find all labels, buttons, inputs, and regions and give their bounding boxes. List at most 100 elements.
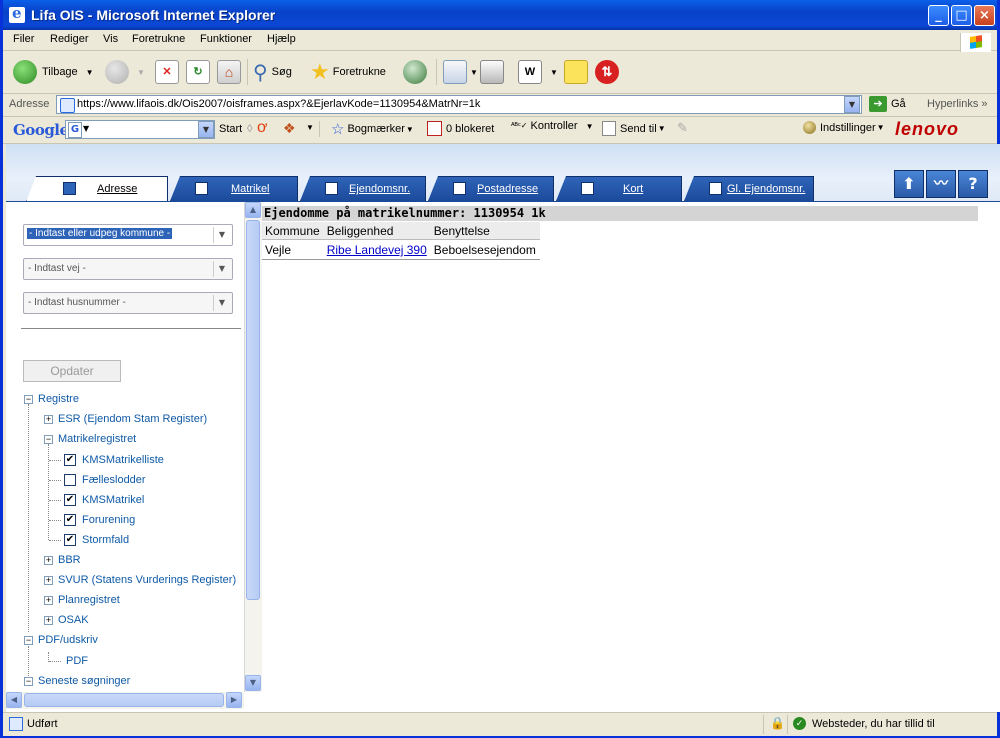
google-search-dropdown[interactable]: ▼ [198, 121, 214, 138]
spellcheck-button[interactable]: ᴬᴮᶜ✓ Kontroller ▼ [511, 120, 593, 132]
pagerank-icon[interactable]: ơ [257, 119, 268, 137]
expand-icon[interactable]: + [44, 555, 53, 565]
maximize-button[interactable]: □ [951, 5, 972, 26]
tree-item-stormfald[interactable]: ✔ Stormfald [64, 531, 129, 549]
divider-icon: ◊ [247, 123, 253, 135]
chevron-down-icon[interactable]: ▼ [213, 227, 230, 243]
forward-button[interactable]: ▼ [105, 58, 145, 86]
search-button[interactable]: ⚲ Søg [253, 58, 292, 86]
menu-vis[interactable]: Vis [103, 33, 118, 45]
tree-item-kmsmatrikelliste[interactable]: ✔ KMSMatrikelliste [64, 451, 164, 469]
refresh-button[interactable]: ↻ [186, 58, 210, 86]
scroll-up-button[interactable]: ▲ [245, 202, 261, 218]
collapse-icon[interactable]: − [44, 434, 53, 444]
collapse-icon[interactable]: − [24, 394, 33, 404]
update-button[interactable]: Opdater [23, 360, 121, 382]
tab-kort[interactable]: Kort [556, 176, 682, 201]
tree-item-pdf-udskriv[interactable]: − PDF/udskriv [24, 631, 98, 649]
left-vertical-scrollbar[interactable]: ▲ ▼ [244, 202, 262, 692]
menu-rediger[interactable]: Rediger [50, 33, 89, 45]
tab-postadresse[interactable]: Postadresse [428, 176, 554, 201]
tree-item-osak[interactable]: + OSAK [44, 611, 89, 629]
tab-adresse[interactable]: Adresse [26, 176, 168, 202]
vej-select[interactable]: - Indtast vej - ▼ [23, 258, 233, 280]
up-arrow-icon[interactable]: ⬆ [894, 170, 924, 198]
print-button[interactable] [480, 58, 504, 86]
go-button[interactable]: ➔ Gå [869, 96, 906, 112]
graph-icon[interactable]: 〰 [926, 170, 956, 198]
tree-item-bbr[interactable]: + BBR [44, 551, 81, 569]
favorites-button[interactable]: ★ Foretrukne [310, 58, 386, 86]
tree-item-seneste-soegninger[interactable]: − Seneste søgninger [24, 672, 130, 690]
home-button[interactable]: ⌂ [217, 58, 241, 86]
toolbar-separator [436, 59, 437, 85]
settings-button[interactable]: Indstillinger ▼ [803, 121, 885, 134]
scroll-down-button[interactable]: ▼ [245, 675, 261, 691]
media-button[interactable] [403, 58, 427, 86]
settings-label: Indstillinger [820, 121, 876, 134]
address-input[interactable]: https://www.lifaois.dk/Ois2007/oisframes… [56, 95, 862, 114]
puzzle-icon[interactable]: ❖ [283, 120, 296, 137]
mail-button[interactable]: ▼ [443, 58, 478, 86]
popup-blocked-icon [427, 121, 442, 136]
address-label: Adresse [9, 98, 50, 110]
help-icon[interactable]: ? [958, 170, 988, 198]
notes-button[interactable] [564, 58, 588, 86]
tree-label: BBR [58, 554, 81, 566]
tree-item-matrikelregistret[interactable]: − Matrikelregistret [44, 430, 136, 448]
scroll-right-button[interactable]: ▶ [226, 692, 242, 708]
menu-funktioner[interactable]: Funktioner [200, 33, 252, 45]
checkbox-checked[interactable]: ✔ [64, 534, 76, 546]
scroll-left-button[interactable]: ◀ [6, 692, 22, 708]
chevron-down-icon[interactable]: ▼ [306, 123, 314, 132]
expand-icon[interactable]: + [44, 595, 53, 605]
address-dropdown-button[interactable]: ▼ [844, 96, 860, 113]
expand-icon[interactable]: + [44, 575, 53, 585]
back-button[interactable]: Tilbage ▼ [13, 58, 94, 86]
google-search-input[interactable]: G ▼ ▼ [65, 120, 215, 139]
checkbox-checked[interactable]: ✔ [64, 514, 76, 526]
expand-icon[interactable]: + [44, 615, 53, 625]
chevron-down-icon[interactable]: ▼ [213, 295, 230, 311]
highlighter-icon[interactable]: ✎ [677, 120, 688, 136]
scroll-thumb[interactable] [246, 220, 260, 600]
tree-item-svur[interactable]: + SVUR (Statens Vurderings Register) [44, 571, 236, 589]
close-button[interactable]: × [974, 5, 995, 26]
trusted-zone-icon: ✓ [793, 717, 806, 730]
links-bar[interactable]: Hyperlinks » [927, 98, 988, 110]
spellcheck-icon: ᴬᴮᶜ✓ [511, 121, 528, 130]
google-start-button[interactable]: Start [219, 123, 242, 135]
scroll-thumb[interactable] [24, 693, 224, 707]
edit-button[interactable]: W ▼ [518, 58, 558, 86]
menu-foretrukne[interactable]: Foretrukne [132, 33, 185, 45]
checkbox-checked[interactable]: ✔ [64, 454, 76, 466]
tree-item-pdf[interactable]: PDF [66, 652, 88, 670]
tree-item-faelleslodder[interactable]: Fælleslodder [64, 471, 146, 489]
messenger-button[interactable]: ⇅ [595, 58, 619, 86]
collapse-icon[interactable]: − [24, 635, 33, 645]
address-link[interactable]: Ribe Landevej 390 [327, 243, 427, 257]
tree-item-registre[interactable]: − Registre [24, 390, 79, 408]
husnummer-select[interactable]: - Indtast husnummer - ▼ [23, 292, 233, 314]
chevron-down-icon[interactable]: ▼ [213, 261, 230, 277]
tree-item-forurening[interactable]: ✔ Forurening [64, 511, 135, 529]
minimize-button[interactable]: _ [928, 5, 949, 26]
collapse-icon[interactable]: − [24, 676, 33, 686]
tree-item-esr[interactable]: + ESR (Ejendom Stam Register) [44, 410, 207, 428]
tree-item-planregistret[interactable]: + Planregistret [44, 591, 120, 609]
bookmarks-button[interactable]: ☆ Bogmærker ▼ [331, 120, 414, 138]
tab-matrikel[interactable]: Matrikel [170, 176, 298, 201]
popup-blocker-button[interactable]: 0 blokeret [427, 121, 494, 136]
send-to-button[interactable]: Send til ▼ [602, 121, 666, 136]
tab-gl-ejendomsnr[interactable]: Gl. Ejendomsnr. [684, 176, 814, 201]
menu-hjaelp[interactable]: Hjælp [267, 33, 296, 45]
menu-filer[interactable]: Filer [13, 33, 34, 45]
kommune-select[interactable]: - Indtast eller udpeg kommune - ▼ [23, 224, 233, 246]
checkbox-unchecked[interactable] [64, 474, 76, 486]
tab-ejendomsnr[interactable]: Ejendomsnr. [300, 176, 426, 201]
stop-button[interactable]: ✕ [155, 58, 179, 86]
left-horizontal-scrollbar[interactable]: ◀ ▶ [6, 692, 244, 709]
expand-icon[interactable]: + [44, 414, 53, 424]
checkbox-checked[interactable]: ✔ [64, 494, 76, 506]
tree-item-kmsmatrikel[interactable]: ✔ KMSMatrikel [64, 491, 144, 509]
